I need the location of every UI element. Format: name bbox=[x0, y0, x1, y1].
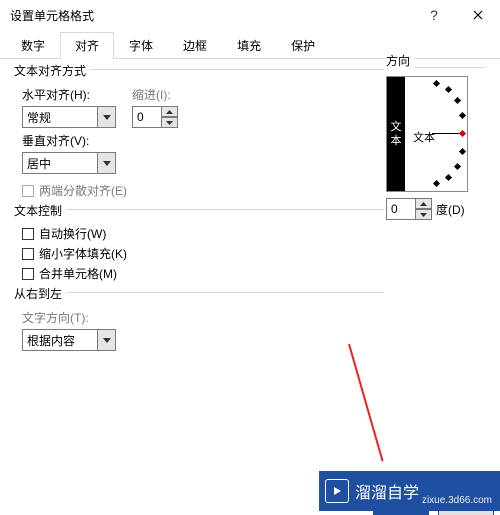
tab-alignment[interactable]: 对齐 bbox=[60, 32, 114, 59]
label-indent: 缩进(I): bbox=[132, 86, 178, 103]
combo-horizontal-input[interactable] bbox=[22, 106, 98, 128]
dial-dot bbox=[433, 180, 440, 187]
check-wrap-label: 自动换行(W) bbox=[39, 225, 106, 242]
checkbox-icon bbox=[22, 185, 34, 197]
watermark-sub: zixue.3d66.com bbox=[422, 495, 492, 506]
chevron-down-icon[interactable] bbox=[98, 106, 116, 128]
label-direction: 文字方向(T): bbox=[22, 309, 384, 326]
title-bar: 设置单元格格式 ? bbox=[0, 0, 500, 30]
tab-number[interactable]: 数字 bbox=[6, 32, 60, 59]
combo-horizontal[interactable] bbox=[22, 106, 116, 128]
dial-dot bbox=[454, 163, 461, 170]
tab-border[interactable]: 边框 bbox=[168, 32, 222, 59]
combo-vertical[interactable] bbox=[22, 152, 116, 174]
help-button[interactable]: ? bbox=[412, 0, 456, 30]
close-button[interactable] bbox=[456, 0, 500, 30]
combo-direction[interactable] bbox=[22, 329, 116, 351]
group-text-alignment: 文本对齐方式 水平对齐(H): 缩进(I): bbox=[14, 69, 384, 199]
tab-protect[interactable]: 保护 bbox=[276, 32, 330, 59]
spin-up-icon[interactable] bbox=[162, 106, 178, 117]
orientation-indicator-line bbox=[432, 133, 462, 134]
check-justify-distributed: 两端分散对齐(E) bbox=[22, 182, 384, 199]
spin-degrees[interactable] bbox=[386, 198, 432, 220]
orientation-indicator-dot bbox=[459, 130, 466, 137]
watermark-brand: 溜溜自学 bbox=[355, 479, 419, 503]
group-label-orientation: 方向 bbox=[386, 52, 414, 69]
dial-dot bbox=[459, 148, 466, 155]
group-rule bbox=[82, 69, 384, 70]
checkbox-icon bbox=[22, 248, 34, 260]
group-label-text-control: 文本控制 bbox=[14, 202, 66, 219]
annotation-arrow bbox=[348, 344, 384, 462]
spin-degrees-input[interactable] bbox=[386, 198, 416, 220]
spin-up-icon[interactable] bbox=[416, 198, 432, 209]
dial-dot bbox=[433, 80, 440, 87]
check-shrink-label: 缩小字体填充(K) bbox=[39, 245, 127, 262]
spin-down-icon[interactable] bbox=[162, 117, 178, 128]
dial-dot bbox=[445, 174, 452, 181]
dial-dot bbox=[454, 97, 461, 104]
check-shrink[interactable]: 缩小字体填充(K) bbox=[22, 245, 384, 262]
check-justify-label: 两端分散对齐(E) bbox=[39, 182, 127, 199]
spin-indent[interactable] bbox=[132, 106, 178, 128]
checkbox-icon bbox=[22, 228, 34, 240]
orientation-vertical-text[interactable]: 文本 bbox=[387, 77, 405, 191]
window-title: 设置单元格格式 bbox=[10, 7, 412, 24]
dial-dot bbox=[459, 112, 466, 119]
close-icon bbox=[473, 10, 483, 20]
chevron-down-icon[interactable] bbox=[98, 152, 116, 174]
group-orientation: 方向 文本 文本 bbox=[386, 59, 486, 220]
group-rule bbox=[64, 292, 384, 293]
tab-font[interactable]: 字体 bbox=[114, 32, 168, 59]
watermark-logo: 溜溜自学 zixue.3d66.com bbox=[319, 471, 500, 511]
play-icon bbox=[325, 479, 349, 503]
label-horizontal: 水平对齐(H): bbox=[22, 86, 116, 103]
group-label-alignment: 文本对齐方式 bbox=[14, 62, 90, 79]
checkbox-icon bbox=[22, 268, 34, 280]
orientation-dial[interactable]: 文本 bbox=[405, 77, 467, 191]
group-rule bbox=[64, 209, 384, 210]
combo-vertical-input[interactable] bbox=[22, 152, 98, 174]
group-rtl: 从右到左 文字方向(T): bbox=[14, 292, 384, 351]
combo-direction-input[interactable] bbox=[22, 329, 98, 351]
tab-bar: 数字 对齐 字体 边框 填充 保护 bbox=[0, 32, 500, 59]
chevron-down-icon[interactable] bbox=[98, 329, 116, 351]
tab-fill[interactable]: 填充 bbox=[222, 32, 276, 59]
label-degrees: 度(D) bbox=[436, 201, 465, 218]
spin-indent-input[interactable] bbox=[132, 106, 162, 128]
check-merge[interactable]: 合并单元格(M) bbox=[22, 265, 384, 282]
label-vertical: 垂直对齐(V): bbox=[22, 132, 384, 149]
check-wrap[interactable]: 自动换行(W) bbox=[22, 225, 384, 242]
group-label-rtl: 从右到左 bbox=[14, 285, 66, 302]
check-merge-label: 合并单元格(M) bbox=[39, 265, 117, 282]
orientation-box[interactable]: 文本 文本 bbox=[386, 76, 468, 192]
spin-down-icon[interactable] bbox=[416, 209, 432, 220]
dial-dot bbox=[445, 86, 452, 93]
content-pane: 文本对齐方式 水平对齐(H): 缩进(I): bbox=[0, 59, 500, 351]
orientation-center-label: 文本 bbox=[413, 129, 435, 145]
group-text-control: 文本控制 自动换行(W) 缩小字体填充(K) 合并单元格(M) bbox=[14, 209, 384, 282]
group-rule bbox=[414, 67, 486, 68]
